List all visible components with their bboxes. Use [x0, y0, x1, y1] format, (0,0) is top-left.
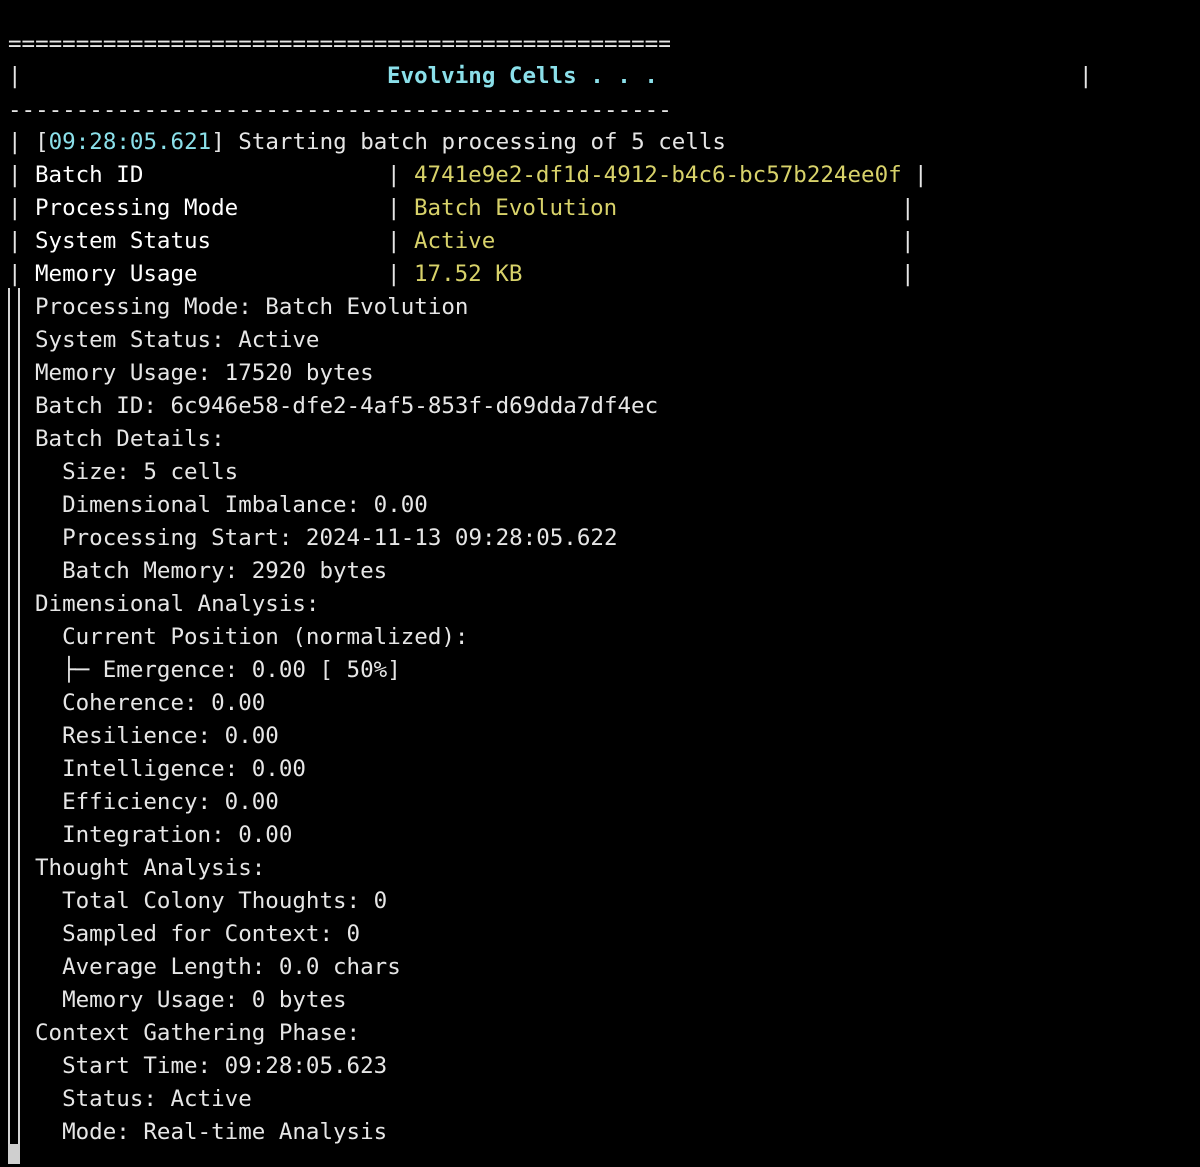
detail-intelligence: Intelligence: 0.00 — [35, 756, 306, 782]
row-sep-bar: | — [387, 228, 401, 254]
terminal-window[interactable]: ========================================… — [0, 0, 1200, 1167]
row-lead-bar: | — [8, 162, 22, 188]
detail-batch-id: Batch ID: 6c946e58-dfe2-4af5-853f-d69dda… — [35, 393, 659, 419]
page-title: Evolving Cells . . . — [387, 63, 658, 89]
row-end-bar: | — [901, 261, 915, 287]
detail-batch-memory: Batch Memory: 2920 bytes — [35, 558, 388, 584]
detail-mode: Mode: Real-time Analysis — [35, 1119, 388, 1145]
left-border-bar — [8, 288, 20, 1150]
row-sep-bar: | — [387, 162, 401, 188]
row-value: Batch Evolution — [414, 195, 618, 221]
detail-status: Status: Active — [35, 1086, 252, 1112]
row-value: 4741e9e2-df1d-4912-b4c6-bc57b224ee0f — [414, 162, 902, 188]
detail-system-status: System Status: Active — [35, 327, 320, 353]
row-sep-bar: | — [387, 195, 401, 221]
detail-emergence: ├─ Emergence: 0.00 [ 50%] — [35, 657, 401, 683]
row-end-bar: | — [914, 162, 928, 188]
section-thought-analysis: Thought Analysis: — [35, 855, 266, 881]
row-lead-bar: | — [8, 261, 22, 287]
detail-dimensional-imbalance: Dimensional Imbalance: 0.00 — [35, 492, 428, 518]
row-label: Batch ID — [35, 162, 144, 188]
row-lead-bar: | — [8, 228, 22, 254]
detail-start-time: Start Time: 09:28:05.623 — [35, 1053, 388, 1079]
row-end-bar: | — [901, 228, 915, 254]
section-dimensional-analysis: Dimensional Analysis: — [35, 591, 320, 617]
log-line: | [09:28:05.621] Starting batch processi… — [8, 126, 726, 159]
detail-average-length: Average Length: 0.0 chars — [35, 954, 401, 980]
row-sep-bar: | — [387, 261, 401, 287]
title-bar-left: | — [8, 63, 22, 89]
detail-processing-start: Processing Start: 2024-11-13 09:28:05.62… — [35, 525, 618, 551]
detail-efficiency: Efficiency: 0.00 — [35, 789, 279, 815]
detail-integration: Integration: 0.00 — [35, 822, 293, 848]
detail-processing-mode: Processing Mode: Batch Evolution — [35, 294, 469, 320]
row-value: Active — [414, 228, 496, 254]
detail-resilience: Resilience: 0.00 — [35, 723, 279, 749]
row-end-bar: | — [901, 195, 915, 221]
log-prefix: | [ — [8, 129, 49, 155]
detail-sampled-for-context: Sampled for Context: 0 — [35, 921, 361, 947]
detail-total-colony-thoughts: Total Colony Thoughts: 0 — [35, 888, 388, 914]
row-value: 17.52 KB — [414, 261, 523, 287]
detail-memory-usage: Memory Usage: 17520 bytes — [35, 360, 374, 386]
row-lead-bar: | — [8, 195, 22, 221]
detail-thought-memory-usage: Memory Usage: 0 bytes — [35, 987, 347, 1013]
row-label: System Status — [35, 228, 212, 254]
detail-size: Size: 5 cells — [35, 459, 239, 485]
title-bar-right: | — [1079, 63, 1093, 89]
detail-current-position: Current Position (normalized): — [35, 624, 469, 650]
header-bottom-rule: ----------------------------------------… — [8, 100, 670, 120]
header-top-rule: ========================================… — [8, 34, 670, 54]
log-message: ] Starting batch processing of 5 cells — [211, 129, 726, 155]
log-timestamp: 09:28:05.621 — [48, 129, 212, 155]
row-label: Memory Usage — [35, 261, 198, 287]
detail-coherence: Coherence: 0.00 — [35, 690, 266, 716]
section-context-gathering: Context Gathering Phase: — [35, 1020, 361, 1046]
row-label: Processing Mode — [35, 195, 239, 221]
terminal-cursor — [8, 1144, 20, 1164]
section-batch-details: Batch Details: — [35, 426, 225, 452]
